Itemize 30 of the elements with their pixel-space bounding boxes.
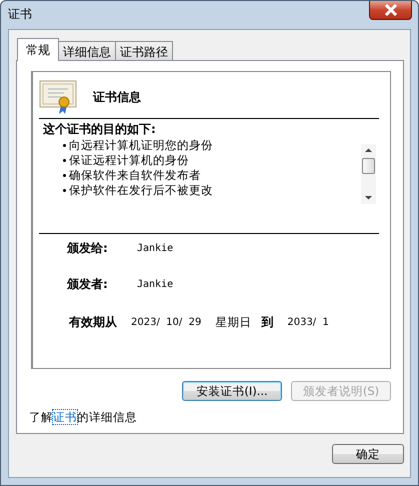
scroll-down-icon[interactable] <box>365 195 372 200</box>
certificate-link[interactable]: 证书 <box>53 410 77 424</box>
scroll-up-icon[interactable] <box>365 148 372 153</box>
valid-from-date: 2023/ 10/ 29 <box>131 316 202 328</box>
tab[interactable]: 常规 <box>17 38 59 61</box>
issued-to-label: 颁发给: <box>67 240 109 256</box>
install-certificate-button[interactable]: 安装证书(I)... <box>182 381 282 401</box>
valid-from-label: 有效期从 <box>69 314 117 330</box>
valid-to-label: 到 <box>261 314 274 330</box>
purpose-item: 保护软件在发行后不被更改 <box>63 183 213 198</box>
scroll-thumb[interactable] <box>362 158 375 174</box>
learn-more-text: 了解证书的详细信息 <box>29 410 138 425</box>
scrollbar[interactable] <box>361 144 376 204</box>
window-title: 证书 <box>8 6 32 23</box>
issued-to-value: Jankie <box>137 242 174 254</box>
ok-button[interactable]: 确定 <box>332 444 404 464</box>
issued-by-label: 颁发者: <box>67 276 109 292</box>
tab[interactable]: 证书路径 <box>115 41 173 60</box>
purpose-heading: 这个证书的目的如下: <box>43 121 157 138</box>
close-icon <box>384 4 398 16</box>
valid-to-date: 2033/ 1 <box>287 316 329 328</box>
tab[interactable]: 详细信息 <box>58 41 116 60</box>
info-heading: 证书信息 <box>93 88 141 106</box>
issued-by-value: Jankie <box>137 278 174 290</box>
weekday-text: 星期日 <box>215 314 252 330</box>
certificate-icon <box>39 79 79 115</box>
close-button[interactable] <box>369 1 412 20</box>
purpose-item: 向远程计算机证明您的身份 <box>63 138 213 153</box>
purpose-item: 确保软件来自软件发布者 <box>63 168 213 183</box>
purpose-item: 保证远程计算机的身份 <box>63 153 213 168</box>
